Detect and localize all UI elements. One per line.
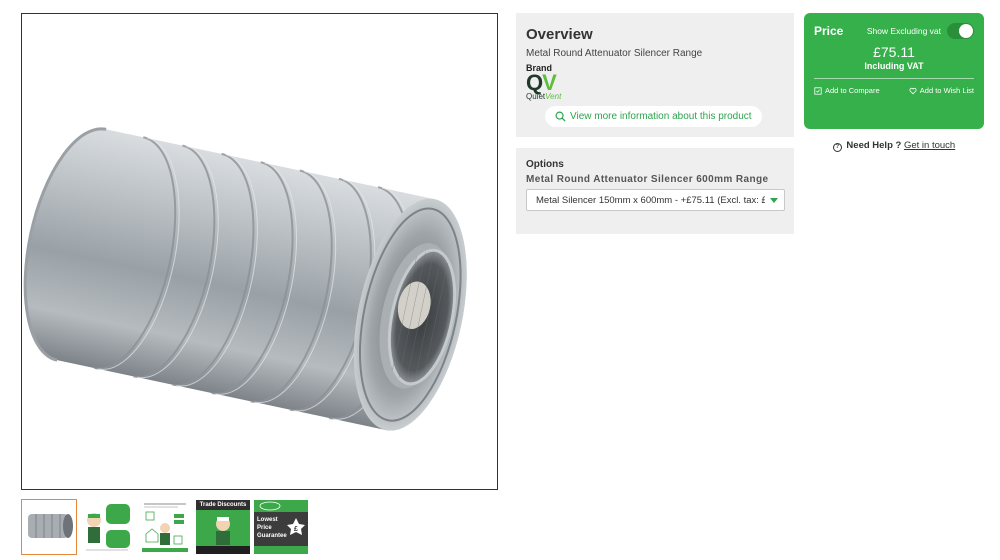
add-to-wishlist-label: Add to Wish List xyxy=(919,86,974,95)
more-info-link[interactable]: View more information about this product xyxy=(545,106,762,127)
add-to-wishlist-button[interactable]: Add to Wish List xyxy=(909,86,974,95)
help-line: ? Need Help ? Get in touch xyxy=(804,140,984,152)
heart-icon xyxy=(909,87,917,94)
brand-logo[interactable]: QV QuietVent xyxy=(526,70,582,102)
thumbnail-trade-discounts[interactable]: Trade Discounts xyxy=(195,499,251,555)
question-icon: ? xyxy=(832,143,842,152)
price-card: Price Show Excluding vat £75.11 Includin… xyxy=(804,13,984,129)
product-main-image[interactable] xyxy=(21,13,498,490)
options-range-title: Metal Round Attenuator Silencer 600mm Ra… xyxy=(526,174,769,185)
toggle-knob xyxy=(959,24,973,38)
options-card: Options Metal Round Attenuator Silencer … xyxy=(516,148,794,234)
vat-toggle-label: Show Excluding vat xyxy=(866,26,941,36)
price-divider xyxy=(814,78,974,79)
thumbnail-mascot-info[interactable] xyxy=(79,499,135,555)
thumbnail-lowest-price-label: Lowest Price Guarantee xyxy=(257,517,287,539)
add-to-compare-label: Add to Compare xyxy=(825,86,880,95)
chevron-down-icon xyxy=(770,197,778,203)
price-vat-note: Including VAT xyxy=(864,61,924,71)
price-amount: £75.11 xyxy=(873,44,915,60)
overview-title: Overview xyxy=(526,26,593,43)
get-in-touch-link[interactable]: Get in touch xyxy=(904,140,955,151)
compare-icon xyxy=(814,86,822,95)
add-to-compare-button[interactable]: Add to Compare xyxy=(814,86,880,95)
price-title: Price xyxy=(814,24,844,38)
thumbnail-silencer[interactable] xyxy=(21,499,77,555)
vat-toggle[interactable] xyxy=(947,23,974,39)
search-icon xyxy=(555,111,566,122)
more-info-label: View more information about this product xyxy=(570,111,752,122)
options-label: Options xyxy=(526,159,564,170)
brand-logo-text: QuietVent xyxy=(526,92,562,101)
product-name: Metal Round Attenuator Silencer Range xyxy=(526,48,703,59)
size-select[interactable]: Metal Silencer 150mm x 600mm - +£75.11 (… xyxy=(526,189,785,211)
thumbnail-strip: Trade Discounts £ Lowest Price Guarantee xyxy=(21,499,309,555)
svg-text:£: £ xyxy=(294,526,298,533)
thumbnail-delivery-info[interactable] xyxy=(137,499,193,555)
brand-logo-letters: QV xyxy=(526,70,557,95)
brand-label: Brand xyxy=(526,63,553,73)
silencer-image xyxy=(23,127,467,431)
help-question: Need Help ? xyxy=(846,140,902,151)
overview-card: Overview Metal Round Attenuator Silencer… xyxy=(516,13,794,137)
thumbnail-lowest-price[interactable]: £ Lowest Price Guarantee xyxy=(253,499,309,555)
thumbnail-trade-label: Trade Discounts xyxy=(199,502,247,508)
size-select-value: Metal Silencer 150mm x 600mm - +£75.11 (… xyxy=(536,194,765,206)
